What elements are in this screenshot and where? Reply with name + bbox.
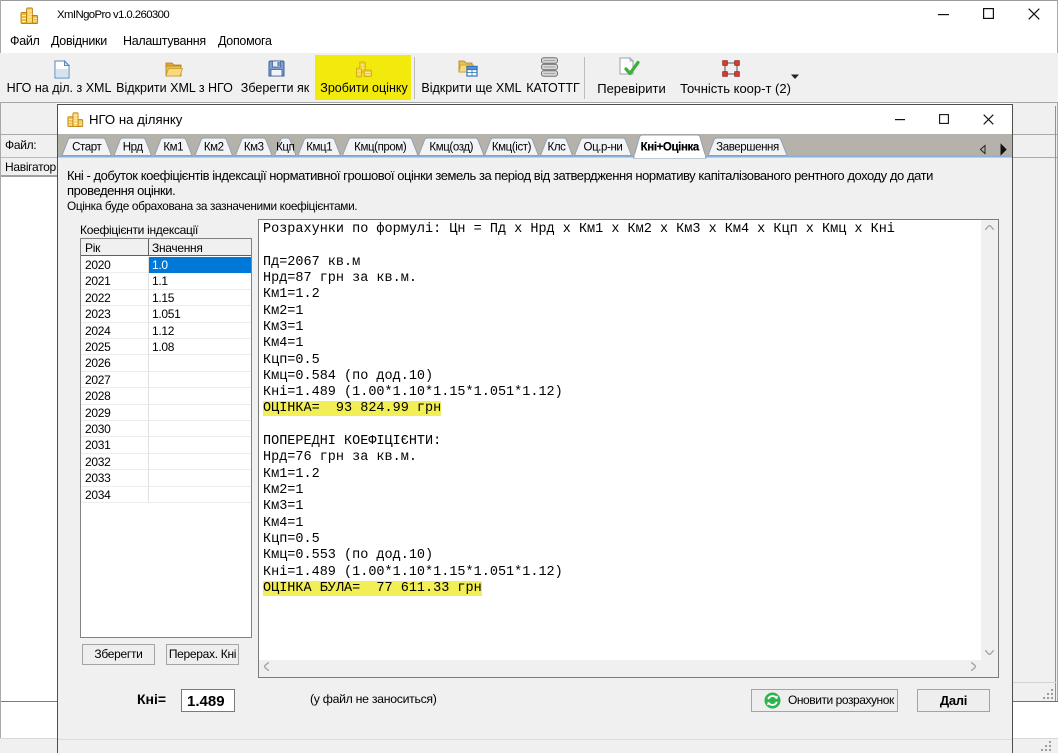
svg-text:Км1: Км1 (163, 142, 183, 154)
svg-text:Нрд: Нрд (123, 142, 144, 154)
svg-text:Старт: Старт (72, 142, 102, 154)
svg-text:Кмц(пром): Кмц(пром) (354, 142, 407, 154)
svg-text:Завершення: Завершення (716, 142, 779, 154)
svg-text:Клс: Клс (548, 142, 567, 154)
svg-text:Км3: Км3 (244, 142, 264, 154)
svg-text:Кмц(іст): Кмц(іст) (492, 142, 532, 154)
svg-text:Оц.р-ни: Оц.р-ни (584, 142, 623, 154)
svg-text:Кмц(озд): Кмц(озд) (429, 142, 473, 154)
svg-text:Кцп: Кцп (276, 142, 294, 154)
svg-text:Кмц1: Кмц1 (306, 142, 332, 154)
svg-text:Кні+Оцінка: Кні+Оцінка (641, 142, 700, 154)
svg-text:Км2: Км2 (204, 142, 224, 154)
